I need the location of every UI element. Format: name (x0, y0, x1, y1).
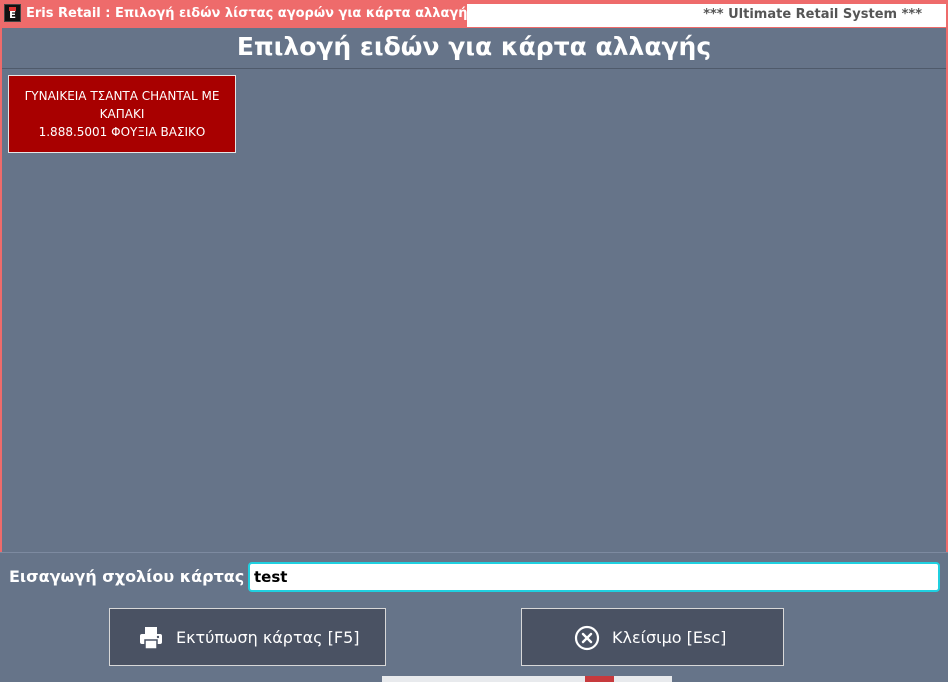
system-name: *** Ultimate Retail System *** (703, 7, 922, 22)
app-icon-letter: E (9, 10, 16, 21)
item-tile[interactable]: ΓΥΝΑΙΚΕΙΑ ΤΣΑΝΤΑ CHANTAL ΜΕ ΚΑΠΑΚΙ 1.888… (8, 75, 236, 153)
close-button-label: Κλείσιμο [Esc] (612, 628, 727, 647)
item-code-color-size: 1.888.5001 ΦΟΥΞΙΑ ΒΑΣΙΚΟ (38, 125, 206, 139)
bottom-panel: Εισαγωγή σχολίου κάρτας Εκτύπωση κάρτας … (0, 552, 948, 682)
print-card-button-label: Εκτύπωση κάρτας [F5] (176, 628, 360, 647)
footer-strip (0, 676, 948, 682)
close-button[interactable]: Κλείσιμο [Esc] (521, 608, 784, 666)
main-window: E Eris Retail : Επιλογή ειδών λίστας αγο… (0, 0, 948, 682)
items-grid: ΓΥΝΑΙΚΕΙΑ ΤΣΑΝΤΑ CHANTAL ΜΕ ΚΑΠΑΚΙ 1.888… (2, 69, 946, 552)
app-icon[interactable]: E (4, 4, 21, 22)
comment-label: Εισαγωγή σχολίου κάρτας (9, 567, 245, 586)
comment-input[interactable] (248, 562, 940, 592)
title-bar[interactable]: E Eris Retail : Επιλογή ειδών λίστας αγο… (0, 0, 948, 28)
printer-icon (140, 627, 162, 650)
print-card-button[interactable]: Εκτύπωση κάρτας [F5] (109, 608, 386, 666)
background-logo (382, 676, 672, 682)
system-name-box: *** Ultimate Retail System *** (467, 4, 946, 27)
page-header: Επιλογή ειδών για κάρτα αλλαγής (2, 28, 946, 69)
window-title: Eris Retail : Επιλογή ειδών λίστας αγορώ… (26, 6, 476, 21)
item-description-line2: ΚΑΠΑΚΙ (99, 107, 145, 121)
page-title: Επιλογή ειδών για κάρτα αλλαγής (236, 32, 712, 61)
close-circle-icon (574, 625, 600, 651)
item-description-line1: ΓΥΝΑΙΚΕΙΑ ΤΣΑΝΤΑ CHANTAL ΜΕ (24, 89, 220, 103)
